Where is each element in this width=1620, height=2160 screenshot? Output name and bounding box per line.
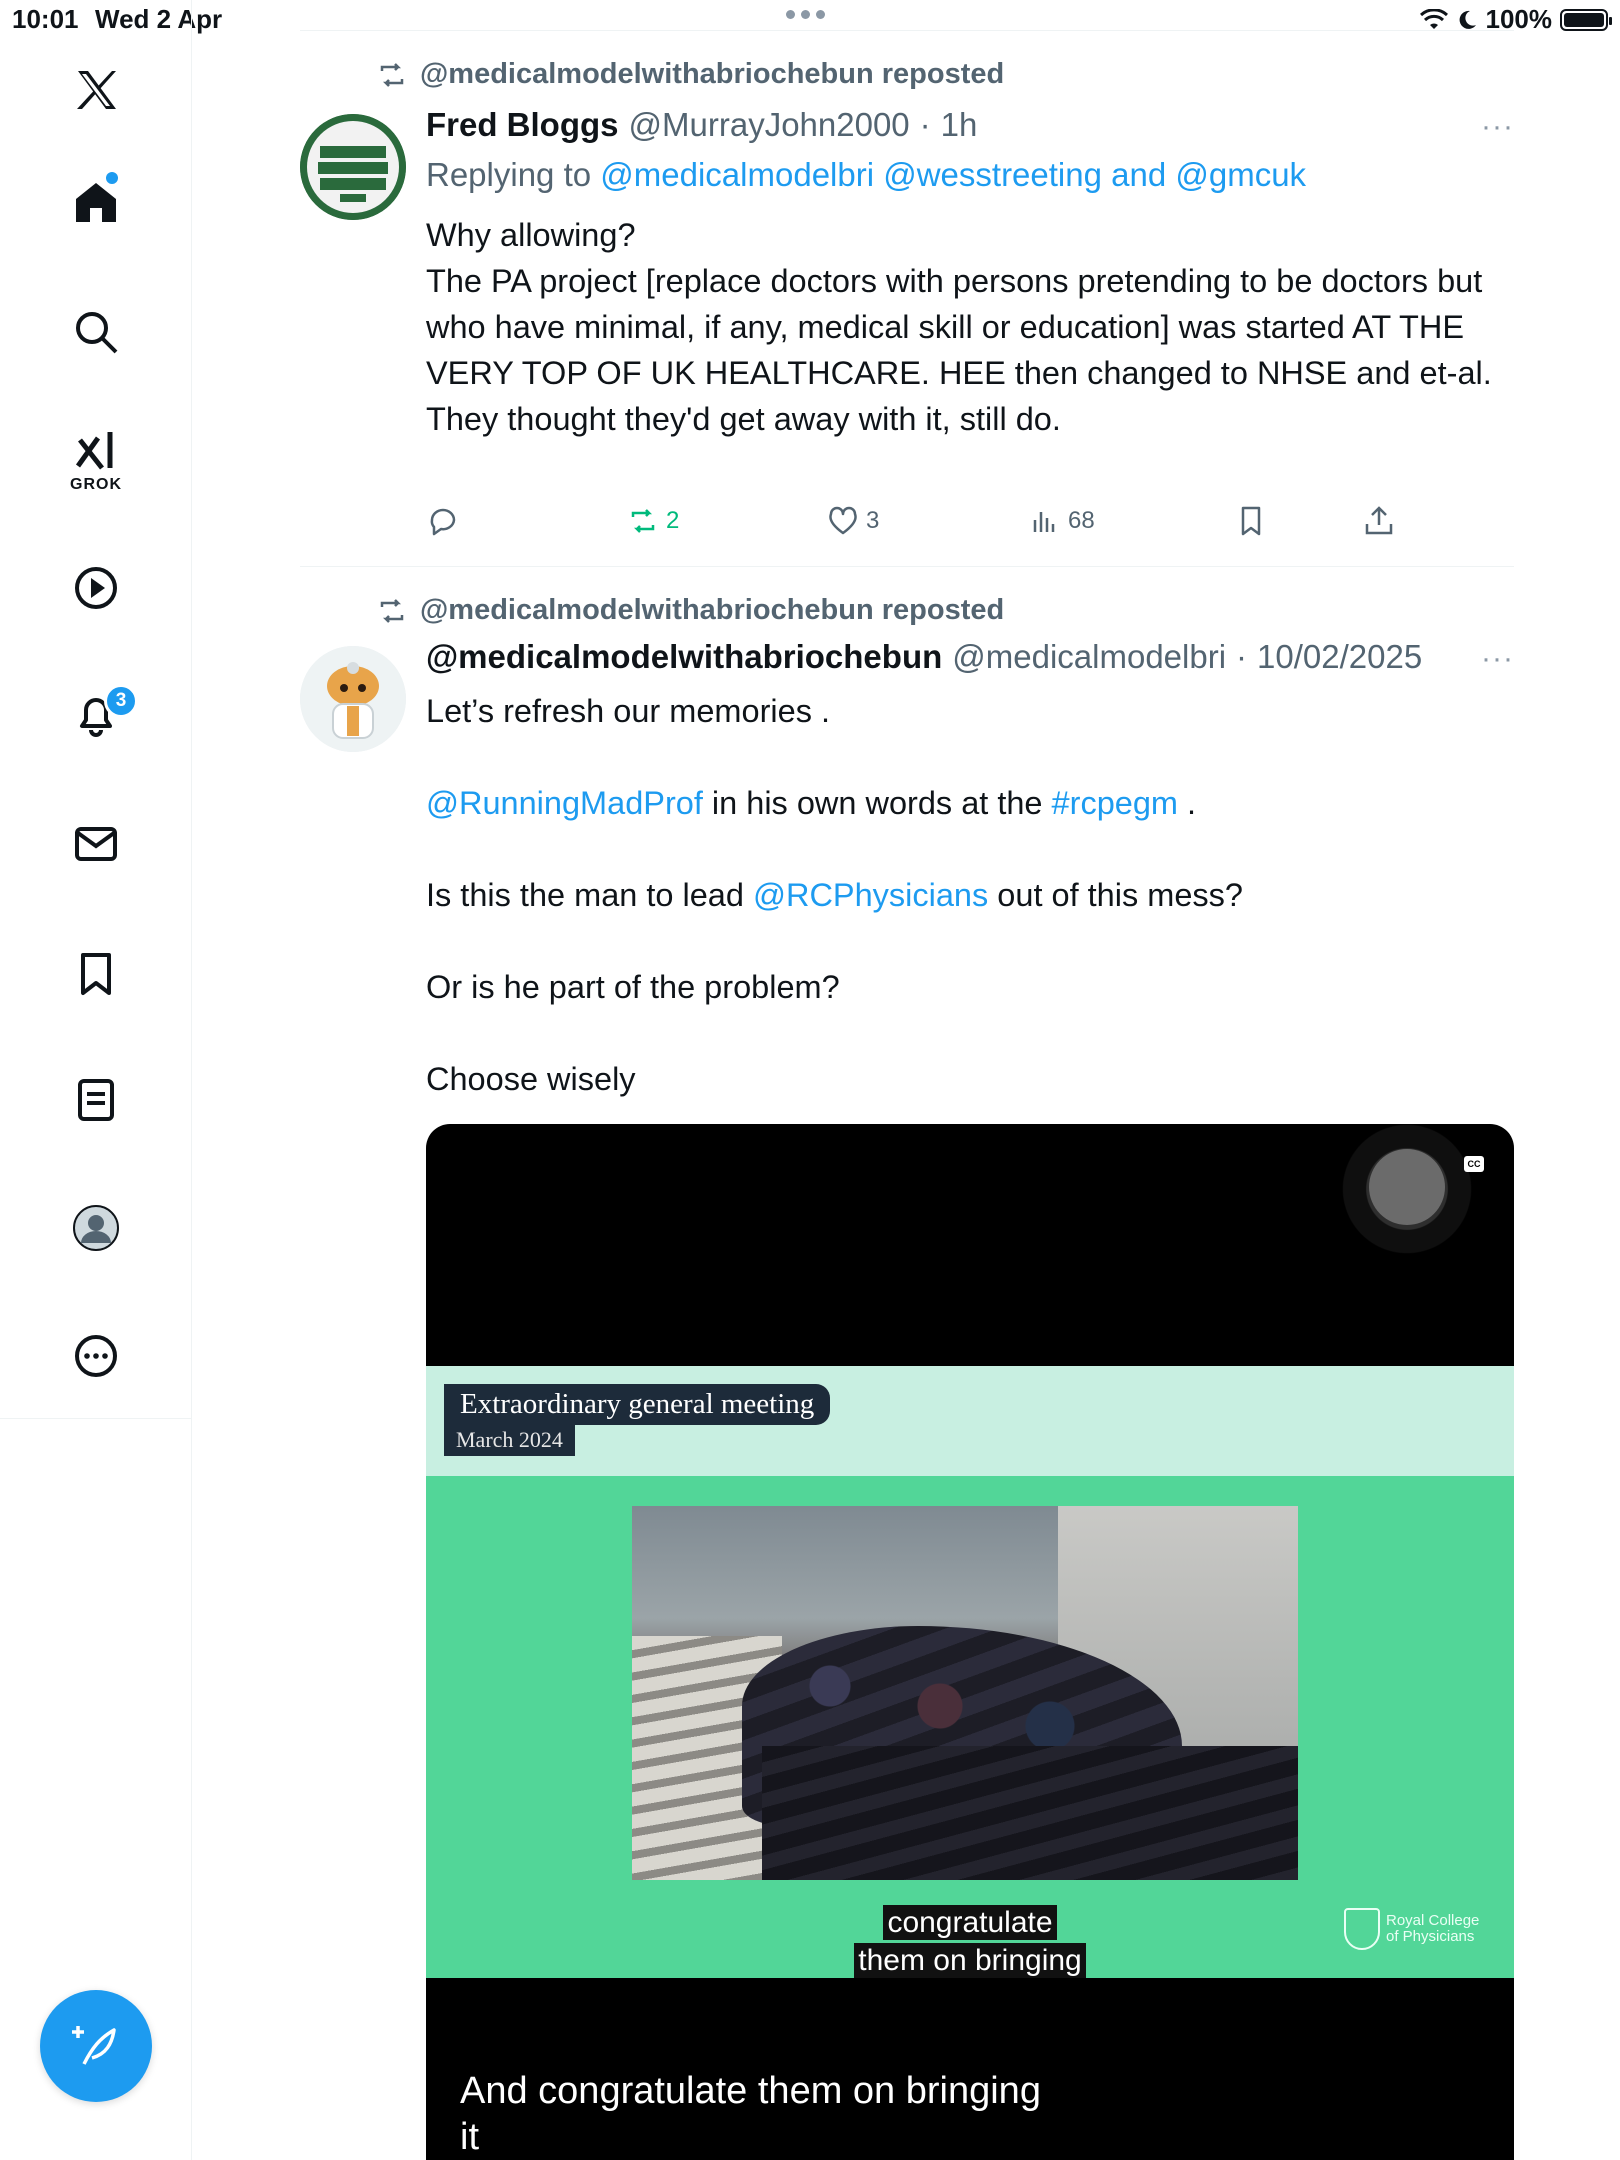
share-button[interactable] [1362, 504, 1396, 538]
hashtag-link[interactable]: #rcpegm [1052, 785, 1178, 821]
author-handle[interactable]: @MurrayJohn2000 [629, 106, 910, 144]
rcp-logo-text: of Physicians [1386, 1928, 1475, 1945]
subtitle-line: it [460, 2116, 479, 2158]
tweet-actions: 2 3 68 [426, 504, 1426, 548]
repost-icon [380, 598, 404, 623]
video-icon[interactable] [56, 548, 136, 628]
tweet-line: They thought they'd get away with it, st… [426, 401, 1061, 437]
home-unread-dot [106, 172, 118, 184]
tweet-text-segment: in his own words at the [702, 785, 1052, 821]
tweet-text: Why allowing? The PA project [replace do… [426, 212, 1514, 442]
home-icon[interactable] [56, 162, 136, 242]
tweet-time[interactable]: 10/02/2025 [1257, 638, 1422, 676]
rcp-logo: Royal College of Physicians [1344, 1908, 1479, 1950]
mention-link[interactable]: @RCPhysicians [753, 877, 988, 913]
views-icon [1033, 512, 1055, 532]
repost-label: @medicalmodelwithabriochebun reposted [420, 594, 1005, 626]
multitask-dots-icon[interactable] [786, 10, 825, 19]
avatar[interactable] [300, 114, 406, 220]
retweet-button[interactable]: 2 [626, 504, 679, 538]
subtitle-line: And congratulate them on bringing [460, 2070, 1041, 2112]
bookmark-button[interactable] [1234, 504, 1268, 538]
repost-indicator: @medicalmodelwithabriochebun reposted [376, 58, 1004, 91]
reply-button[interactable] [426, 504, 460, 538]
more-options-icon[interactable]: ··· [1481, 642, 1514, 676]
bookmark-icon[interactable] [56, 934, 136, 1014]
search-icon[interactable] [56, 292, 136, 372]
moon-icon [1459, 10, 1476, 29]
sidebar-divider [0, 1418, 192, 1419]
cc-icon[interactable]: CC [1464, 1156, 1484, 1172]
notification-badge: 3 [104, 684, 138, 718]
tweet-line: @RunningMadProf in his own words at the … [426, 780, 1514, 826]
status-bar: 10:01 Wed 2 Apr 100% [0, 0, 1620, 40]
battery-icon [1560, 8, 1612, 31]
grok-label: GROK [70, 476, 122, 493]
auditorium-image [632, 1506, 1298, 1880]
video-subtitle: And congratulate them on bringing it [460, 2068, 1160, 2160]
compose-icon [72, 2026, 116, 2065]
tweet-line: Is this the man to lead @RCPhysicians ou… [426, 872, 1514, 918]
tweet-header: @medicalmodelwithabriochebun @medicalmod… [426, 638, 1514, 676]
replying-prefix: Replying to [426, 156, 592, 193]
like-button[interactable]: 3 [826, 504, 879, 538]
caption-line: them on bringing [854, 1943, 1086, 1978]
retweet-count: 2 [666, 507, 680, 534]
retweet-icon [631, 509, 655, 533]
replying-to: Replying to @medicalmodelbri @wesstreeti… [426, 156, 1306, 194]
repost-label: @medicalmodelwithabriochebun reposted [420, 58, 1005, 90]
more-icon[interactable] [56, 1316, 136, 1396]
tweet-line: Choose wisely [426, 1061, 636, 1097]
caption-line: congratulate [883, 1905, 1057, 1940]
profile-icon[interactable] [56, 1188, 136, 1268]
like-count: 3 [866, 507, 880, 534]
avatar[interactable] [300, 646, 406, 752]
tweet-text: Let’s refresh our memories . @RunningMad… [426, 688, 1514, 1102]
defend-rail-logo-icon [300, 114, 406, 220]
video-player[interactable]: CC Extraordinary general meeting March 2… [426, 1124, 1514, 2160]
compose-button[interactable] [40, 1990, 152, 2102]
tweet-line: The PA project [replace doctors with per… [426, 263, 1492, 391]
author-name[interactable]: Fred Bloggs [426, 106, 619, 144]
video-banner-title: Extraordinary general meeting [444, 1384, 831, 1425]
tweet-text-segment: Is this the man to lead [426, 877, 753, 913]
tweet-divider [300, 566, 1514, 567]
mention-link[interactable]: @RunningMadProf [426, 785, 703, 821]
separator-dot: · [919, 106, 931, 143]
more-options-icon[interactable]: ··· [1481, 110, 1514, 144]
separator-dot: · [1236, 638, 1248, 675]
bookmark-icon [1241, 506, 1261, 536]
view-count: 68 [1068, 507, 1095, 534]
replying-mentions[interactable]: @medicalmodelbri @wesstreeting and @gmcu… [600, 156, 1306, 193]
tweet-line: Let’s refresh our memories . [426, 693, 830, 729]
x-logo-icon[interactable] [56, 50, 136, 130]
video-banner-date: March 2024 [444, 1424, 575, 1456]
tweet-line: Why allowing? [426, 217, 636, 253]
video-control-knob[interactable] [1369, 1149, 1445, 1225]
wifi-icon [1419, 8, 1448, 29]
author-handle[interactable]: @medicalmodelbri [952, 638, 1226, 676]
rcp-crest-icon [1344, 1908, 1380, 1950]
author-name[interactable]: @medicalmodelwithabriochebun [426, 638, 942, 676]
tweet-line: Or is he part of the problem? [426, 969, 840, 1005]
feed-top-divider [300, 30, 1514, 31]
repost-icon [380, 62, 404, 87]
views-button[interactable]: 68 [1028, 504, 1095, 538]
mail-icon[interactable] [56, 804, 136, 884]
reply-icon [430, 508, 456, 536]
video-controls: CC [1332, 1124, 1502, 1264]
doctor-bun-avatar-icon [300, 646, 406, 752]
tweet-header: Fred Bloggs @MurrayJohn2000 · 1h [426, 106, 1514, 144]
heart-icon [829, 506, 857, 535]
tweet-time[interactable]: 1h [941, 106, 978, 144]
share-icon [1365, 506, 1393, 535]
tweet-text-segment: . [1178, 785, 1197, 821]
lists-icon[interactable] [56, 1060, 136, 1140]
rcp-logo-text: Royal College [1386, 1912, 1480, 1929]
sidebar: GROK 3 [0, 0, 192, 2160]
tweet-text-segment: out of this mess? [988, 877, 1243, 913]
repost-indicator: @medicalmodelwithabriochebun reposted [376, 594, 1004, 627]
